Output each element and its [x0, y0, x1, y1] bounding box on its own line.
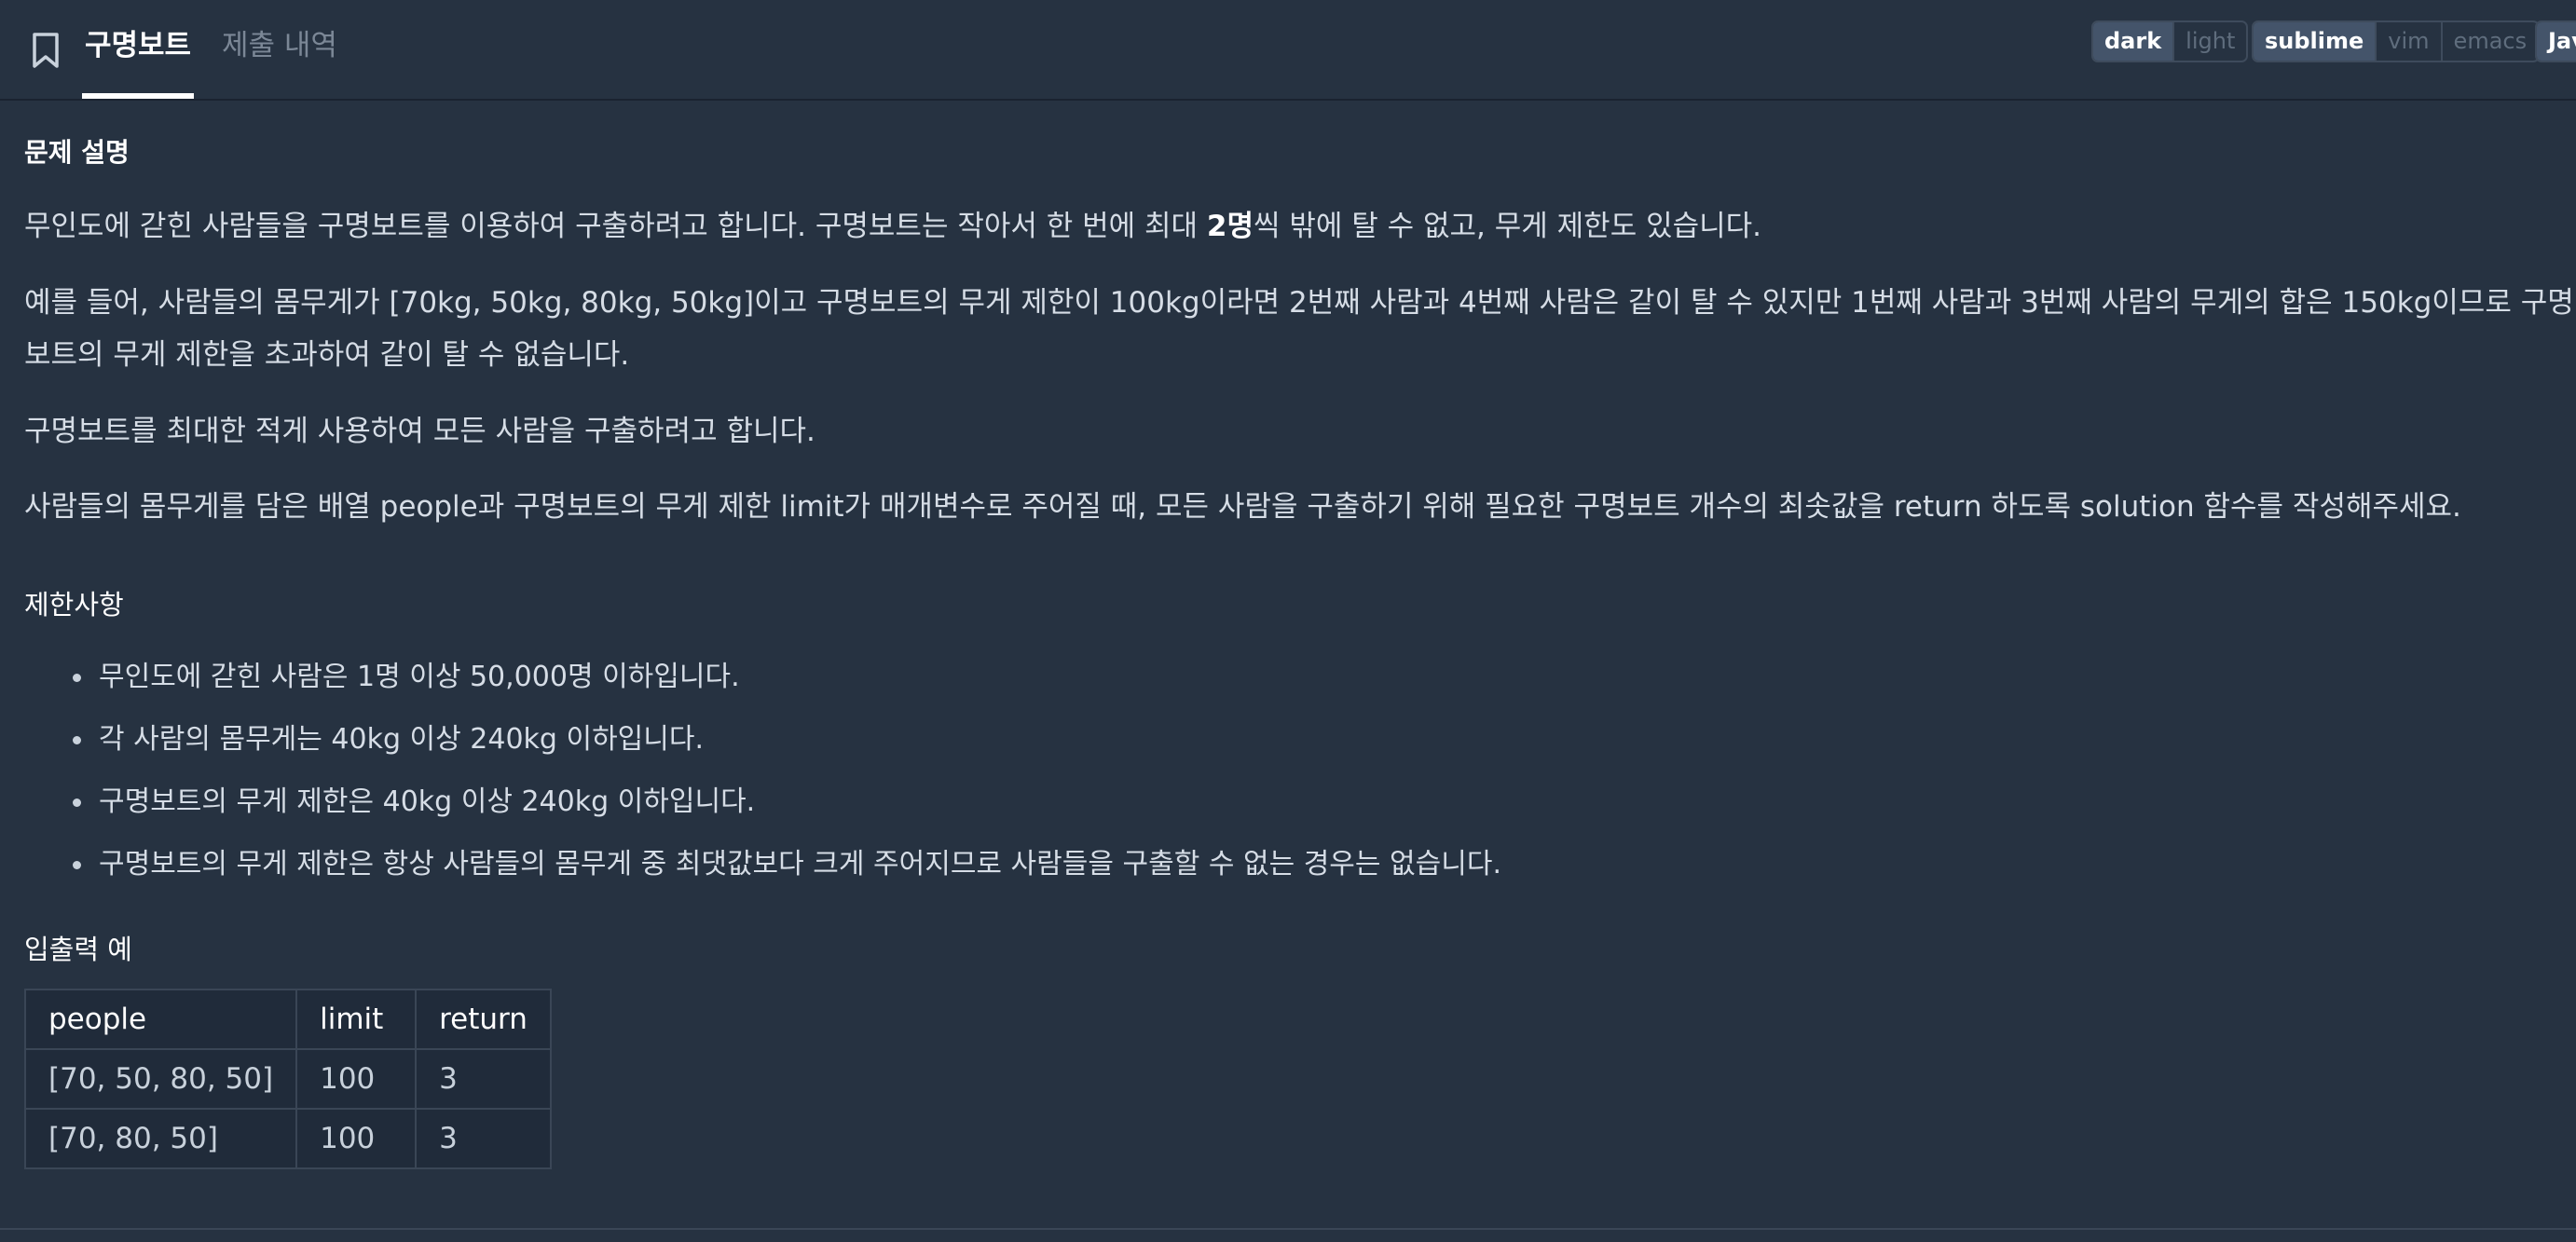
constraints-heading: 제한사항: [24, 589, 124, 621]
theme-toggle: dark light: [2091, 20, 2249, 62]
keymap-vim-option[interactable]: vim: [2375, 22, 2440, 61]
theme-dark-option[interactable]: dark: [2093, 22, 2173, 61]
bullet-icon: [73, 861, 81, 869]
examples-heading: 입출력 예: [24, 934, 132, 965]
section-divider: [0, 1228, 2576, 1230]
table-row: [70, 80, 50] 100 3: [23, 1108, 552, 1169]
problem-heading: 문제 설명: [24, 137, 130, 168]
table-cell: [70, 80, 50]: [23, 1108, 298, 1169]
examples-table: people limit return [70, 50, 80, 50] 100…: [23, 989, 552, 1169]
problem-header-bar: 구명보트 제출 내역 dark light sublime vim emacs …: [0, 0, 2576, 101]
paragraph-example: 예를 들어, 사람들의 몸무게가 [70kg, 50kg, 80kg, 50kg…: [24, 286, 2574, 372]
paragraph-task: 사람들의 몸무게를 담은 배열 people과 구명보트의 무게 제한 limi…: [24, 490, 2461, 524]
list-item: 무인도에 갇힌 사람은 1명 이상 50,000명 이하입니다.: [24, 646, 1501, 708]
tab-problem[interactable]: 구명보트: [82, 0, 194, 99]
table-header-people: people: [23, 989, 298, 1050]
table-header-row: people limit return: [23, 989, 552, 1050]
table-cell: 3: [415, 1108, 552, 1169]
constraints-list: 무인도에 갇힌 사람은 1명 이상 50,000명 이하입니다. 각 사람의 몸…: [24, 646, 1501, 895]
keymap-emacs-option[interactable]: emacs: [2440, 22, 2539, 61]
list-item: 구명보트의 무게 제한은 40kg 이상 240kg 이하입니다.: [24, 771, 1501, 833]
bullet-icon: [73, 736, 81, 744]
bullet-icon: [73, 798, 81, 807]
paragraph-intro: 무인도에 갇힌 사람들을 구명보트를 이용하여 구출하려고 합니다. 구명보트는…: [24, 210, 1762, 243]
bold-capacity: 2명: [1206, 210, 1254, 243]
keymap-toggle: sublime vim emacs: [2252, 20, 2541, 62]
paragraph-goal: 구명보트를 최대한 적게 사용하여 모든 사람을 구출하려고 합니다.: [24, 415, 815, 448]
language-label: Jav: [2537, 22, 2576, 61]
theme-light-option[interactable]: light: [2172, 22, 2246, 61]
language-selector[interactable]: Jav: [2535, 20, 2576, 62]
table-header-limit: limit: [295, 989, 418, 1050]
bullet-icon: [73, 674, 81, 682]
list-item: 구명보트의 무게 제한은 항상 사람들의 몸무게 중 최댓값보다 크게 주어지므…: [24, 833, 1501, 895]
bookmark-icon[interactable]: [28, 31, 63, 70]
table-cell: 100: [295, 1048, 418, 1110]
keymap-sublime-option[interactable]: sublime: [2254, 22, 2376, 61]
tab-submission-history[interactable]: 제출 내역: [222, 0, 337, 99]
list-item: 각 사람의 몸무게는 40kg 이상 240kg 이하입니다.: [24, 708, 1501, 771]
table-cell: 3: [415, 1048, 552, 1110]
table-cell: [70, 50, 80, 50]: [23, 1048, 298, 1110]
table-header-return: return: [415, 989, 552, 1050]
table-row: [70, 50, 80, 50] 100 3: [23, 1048, 552, 1110]
table-cell: 100: [295, 1108, 418, 1169]
